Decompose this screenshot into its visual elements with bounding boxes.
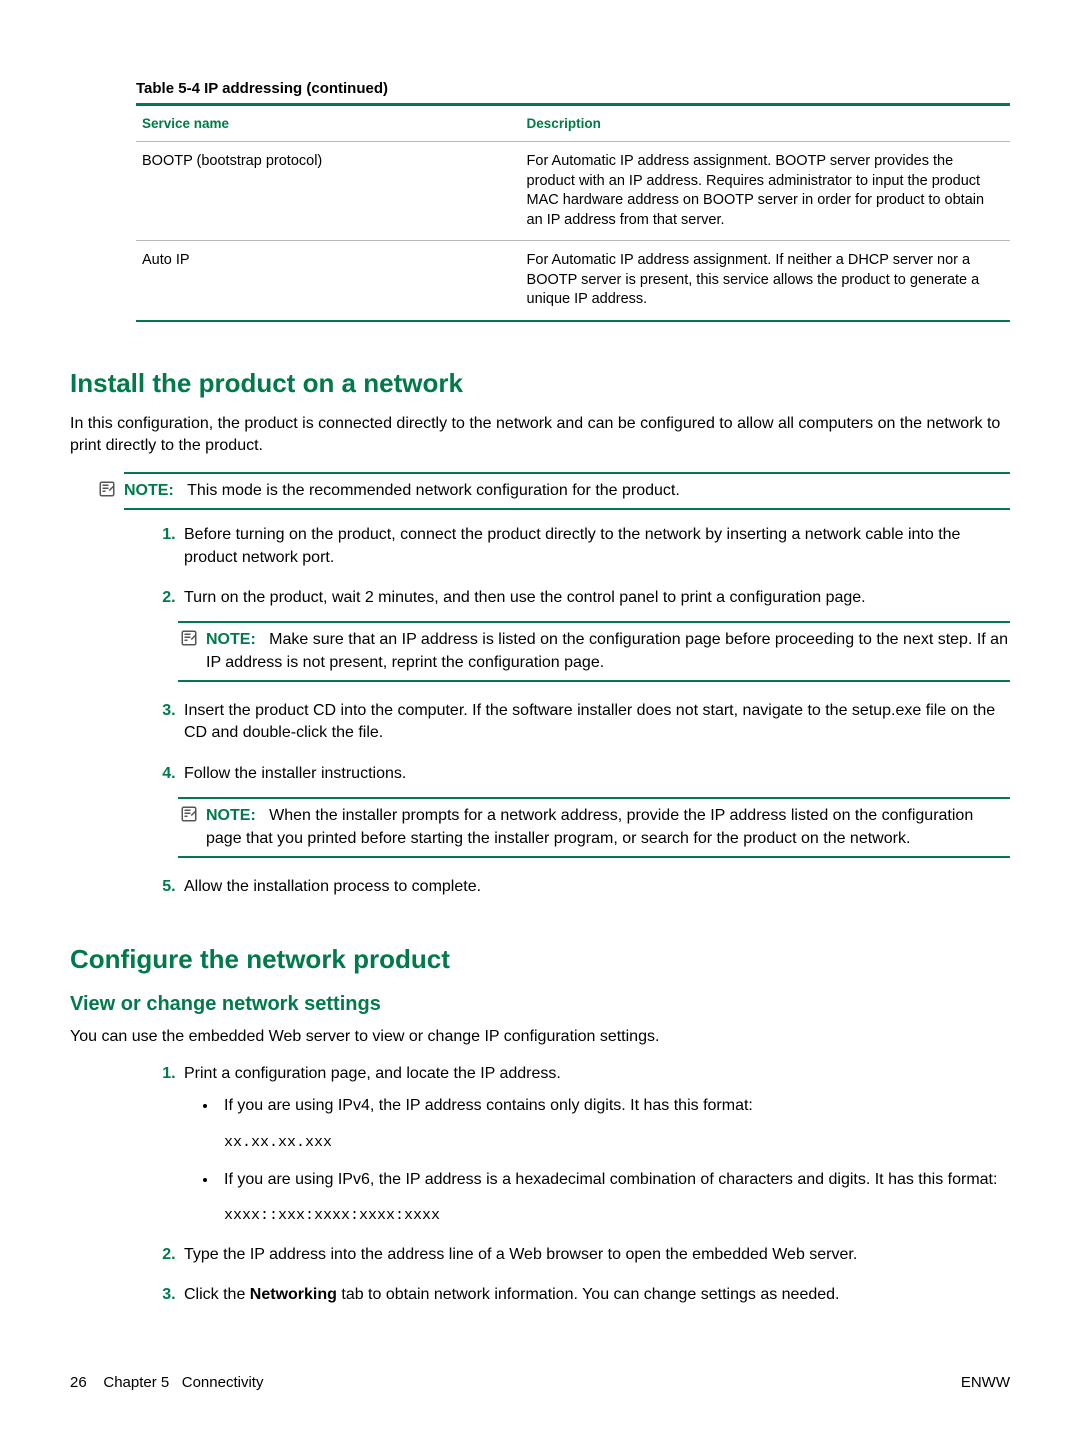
step-5: Allow the installation process to comple… — [180, 876, 1010, 898]
table-row: Auto IP For Automatic IP address assignm… — [136, 241, 1010, 321]
chapter-label: Chapter 5 — [103, 1374, 169, 1391]
note-block: NOTE: Make sure that an IP address is li… — [178, 621, 1010, 682]
step-1: Print a configuration page, and locate t… — [180, 1063, 1010, 1226]
subheading-view-change: View or change network settings — [70, 993, 1010, 1016]
table-header-description: Description — [521, 105, 1010, 142]
step-3: Insert the product CD into the computer.… — [180, 700, 1010, 745]
cell-service: Auto IP — [136, 241, 521, 321]
note-text: Make sure that an IP address is listed o… — [206, 631, 1008, 670]
table-header-service: Service name — [136, 105, 521, 142]
ipv6-format: xxxx::xxx:xxxx:xxxx:xxxx — [224, 1205, 1010, 1226]
page-footer: 26 Chapter 5 Connectivity ENWW — [70, 1374, 1010, 1391]
step-2: Turn on the product, wait 2 minutes, and… — [180, 587, 1010, 682]
footer-left: 26 Chapter 5 Connectivity — [70, 1374, 263, 1391]
step-text-post: tab to obtain network information. You c… — [337, 1286, 840, 1303]
table-caption: Table 5-4 IP addressing (continued) — [136, 80, 1010, 97]
step-text: Turn on the product, wait 2 minutes, and… — [184, 589, 866, 606]
configure-intro: You can use the embedded Web server to v… — [70, 1026, 1010, 1048]
note-block: NOTE: When the installer prompts for a n… — [178, 797, 1010, 858]
ip-format-list: If you are using IPv4, the IP address co… — [184, 1095, 1010, 1226]
note-block: NOTE: This mode is the recommended netwo… — [124, 472, 1010, 510]
note-icon — [98, 480, 116, 498]
bullet-text: If you are using IPv6, the IP address is… — [224, 1171, 997, 1188]
note-label: NOTE: — [206, 631, 256, 648]
note-text: When the installer prompts for a network… — [206, 807, 973, 846]
install-intro: In this configuration, the product is co… — [70, 413, 1010, 458]
chapter-title: Connectivity — [182, 1374, 264, 1391]
note-icon — [180, 805, 198, 823]
step-text-bold: Networking — [250, 1286, 337, 1303]
note-text: This mode is the recommended network con… — [187, 482, 680, 499]
note-label: NOTE: — [206, 807, 256, 824]
footer-right: ENWW — [961, 1374, 1010, 1391]
page-number: 26 — [70, 1374, 87, 1391]
step-1: Before turning on the product, connect t… — [180, 524, 1010, 569]
step-2: Type the IP address into the address lin… — [180, 1244, 1010, 1266]
step-text: Type the IP address into the address lin… — [184, 1246, 857, 1263]
page: Table 5-4 IP addressing (continued) Serv… — [0, 0, 1080, 1437]
list-item: If you are using IPv6, the IP address is… — [218, 1169, 1010, 1226]
step-text: Insert the product CD into the computer.… — [184, 702, 995, 741]
step-text: Allow the installation process to comple… — [184, 878, 481, 895]
step-text: Print a configuration page, and locate t… — [184, 1065, 561, 1082]
step-4: Follow the installer instructions. NOTE:… — [180, 763, 1010, 858]
table-title: IP addressing (continued) — [204, 80, 388, 97]
bullet-text: If you are using IPv4, the IP address co… — [224, 1097, 753, 1114]
step-3: Click the Networking tab to obtain netwo… — [180, 1284, 1010, 1306]
cell-description: For Automatic IP address assignment. If … — [521, 241, 1010, 321]
step-text: Before turning on the product, connect t… — [184, 526, 960, 565]
table-number: Table 5-4 — [136, 80, 200, 97]
list-item: If you are using IPv4, the IP address co… — [218, 1095, 1010, 1152]
cell-description: For Automatic IP address assignment. BOO… — [521, 142, 1010, 241]
table-row: BOOTP (bootstrap protocol) For Automatic… — [136, 142, 1010, 241]
configure-steps: Print a configuration page, and locate t… — [136, 1063, 1010, 1307]
note-icon — [180, 629, 198, 647]
cell-service: BOOTP (bootstrap protocol) — [136, 142, 521, 241]
ip-addressing-table: Service name Description BOOTP (bootstra… — [136, 103, 1010, 322]
install-steps: Before turning on the product, connect t… — [136, 524, 1010, 898]
step-text: Follow the installer instructions. — [184, 765, 406, 782]
step-text-pre: Click the — [184, 1286, 250, 1303]
ipv4-format: xx.xx.xx.xxx — [224, 1132, 1010, 1153]
heading-configure: Configure the network product — [70, 944, 1010, 975]
note-label: NOTE: — [124, 482, 174, 499]
heading-install: Install the product on a network — [70, 368, 1010, 399]
